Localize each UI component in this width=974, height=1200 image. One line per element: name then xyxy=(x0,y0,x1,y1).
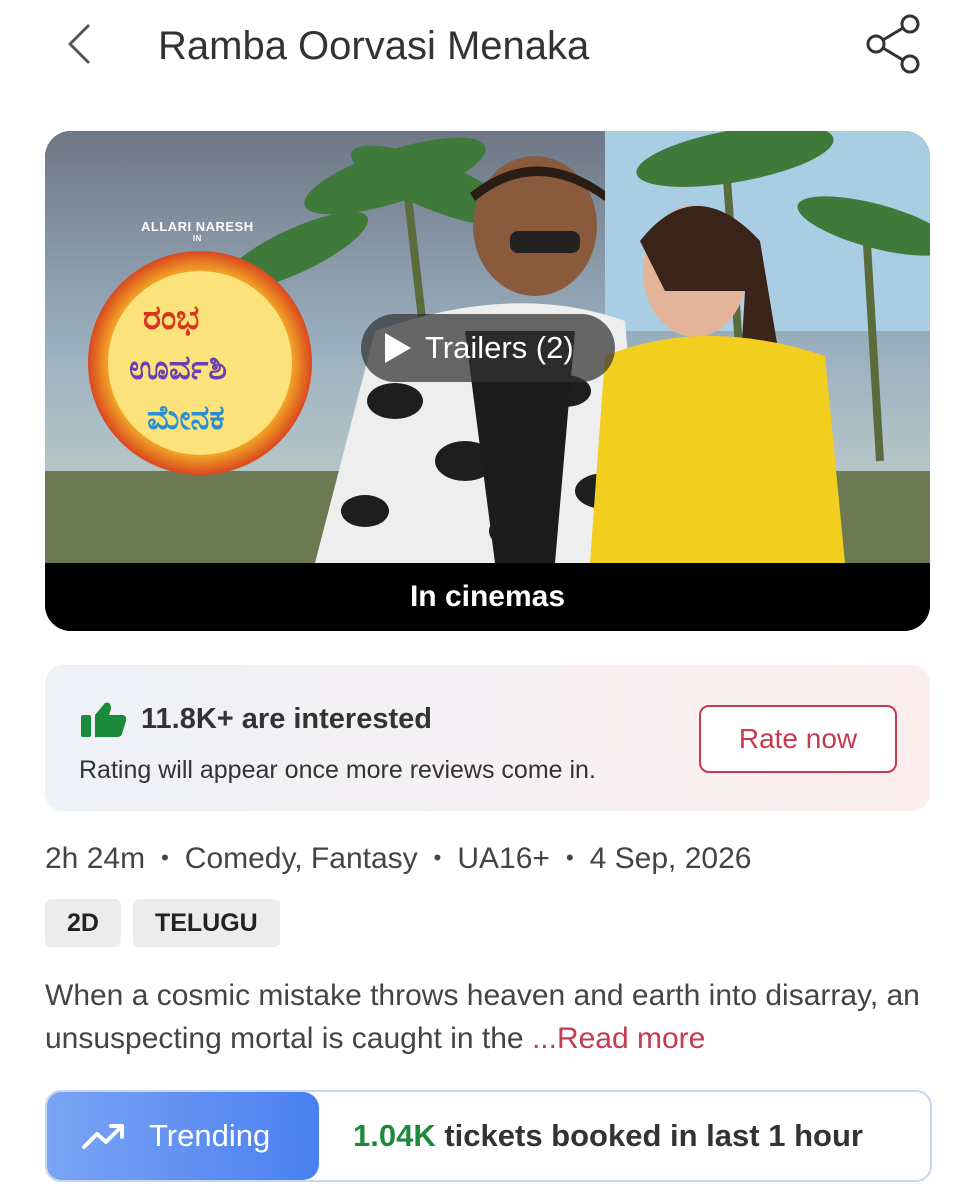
duration: 2h 24m xyxy=(45,842,146,875)
trailers-label: Trailers (2) xyxy=(425,330,574,365)
rate-now-button[interactable]: Rate now xyxy=(699,705,897,773)
rating-note: Rating will appear once more reviews com… xyxy=(79,756,596,784)
release-date: 4 Sep, 2026 xyxy=(589,842,752,875)
read-more-link[interactable]: ...Read more xyxy=(532,1022,705,1055)
interest-card: 11.8K+ are interested Rating will appear… xyxy=(45,665,930,811)
separator-dot: • xyxy=(565,845,574,870)
tag-format: 2D xyxy=(45,899,121,947)
genres: Comedy, Fantasy xyxy=(184,842,418,875)
artist-credit-suffix: IN xyxy=(192,234,202,243)
top-bar: Ramba Oorvasi Menaka xyxy=(0,0,974,96)
separator-dot: • xyxy=(433,845,442,870)
separator-dot: • xyxy=(161,845,169,870)
svg-text:ಊರ್ವಶಿ: ಊರ್ವಶಿ xyxy=(129,348,227,388)
tickets-booked-text: 1.04K tickets booked in last 1 hour xyxy=(353,1092,863,1180)
back-button[interactable] xyxy=(58,22,102,66)
format-tags: 2D TELUGU xyxy=(45,899,280,947)
tickets-count: 1.04K xyxy=(353,1118,436,1153)
trending-badge: Trending xyxy=(47,1092,319,1180)
page-title: Ramba Oorvasi Menaka xyxy=(158,24,590,68)
artist-credit-name: ALLARI NARESH xyxy=(141,219,254,234)
tag-language: TELUGU xyxy=(132,899,280,947)
interest-count: 11.8K+ are interested xyxy=(141,703,432,735)
share-icon xyxy=(866,14,920,74)
tickets-booked-label: tickets booked in last 1 hour xyxy=(435,1118,863,1153)
trailer-banner[interactable]: ರಂಭ ಊರ್ವಶಿ ಮೇನಕ ALLARI NARESH IN Trailer… xyxy=(45,131,930,631)
thumbs-up-icon xyxy=(81,702,127,737)
share-button[interactable] xyxy=(862,10,926,74)
svg-text:ರಂಭ: ರಂಭ xyxy=(143,298,199,338)
release-status: In cinemas xyxy=(45,563,930,631)
synopsis-text: When a cosmic mistake throws heaven and … xyxy=(45,979,920,1055)
trending-label: Trending xyxy=(149,1118,271,1153)
certificate: UA16+ xyxy=(457,842,550,875)
svg-text:ಮೇನಕ: ಮೇನಕ xyxy=(147,398,225,438)
trending-banner: Trending 1.04K tickets booked in last 1 … xyxy=(45,1090,932,1182)
artist-credit: ALLARI NARESH IN xyxy=(141,219,254,243)
play-icon xyxy=(385,333,411,363)
movie-meta: 2h 24m • Comedy, Fantasy • UA16+ • 4 Sep, 2026 xyxy=(45,836,751,880)
trending-up-icon xyxy=(82,1124,124,1149)
synopsis: When a cosmic mistake throws heaven and … xyxy=(45,974,935,1060)
chevron-left-icon xyxy=(68,24,90,64)
trailers-button[interactable]: Trailers (2) xyxy=(361,314,615,382)
